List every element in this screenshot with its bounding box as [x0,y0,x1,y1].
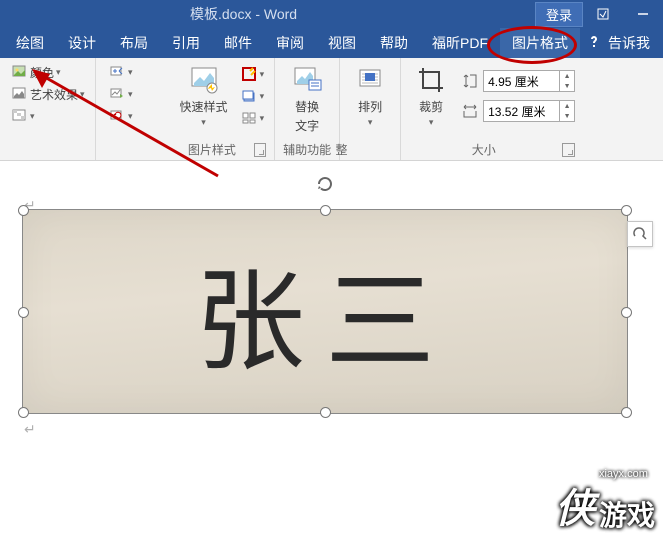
size-launcher[interactable] [562,143,575,157]
picture-effects-button[interactable]: ▾ [238,86,267,106]
alt-text-button[interactable]: 替换 文字 [285,62,329,136]
resize-handle-ml[interactable] [18,307,29,318]
artistic-icon [10,85,28,103]
effects-icon [240,87,258,105]
arrange-icon [354,64,386,96]
arrange-label: 排列 [358,98,382,115]
chevron-down-icon: ▾ [56,67,61,78]
change-picture-button[interactable]: ▾ [106,84,135,104]
quick-styles-label: 快速样式 [180,98,228,115]
resize-handle-tr[interactable] [621,205,632,216]
color-icon [10,63,28,81]
width-value: 13.52 厘米 [488,103,545,120]
ribbon-tabs: 绘图 设计 布局 引用 邮件 审阅 视图 帮助 福昕PDF 图片格式 告诉我 [0,28,663,58]
transparency-icon [10,107,28,125]
arrange-button[interactable]: 排列 ▾ [348,62,392,130]
border-icon [240,65,258,83]
chevron-down-icon: ▾ [128,67,133,78]
transparency-button[interactable]: ▾ [8,106,37,126]
chevron-down-icon: ▾ [80,89,85,100]
watermark-text: 游戏 [599,494,655,534]
reset-picture-button[interactable]: ▾ [106,106,135,126]
titlebar: 模板.docx - Word 登录 [0,0,663,28]
chevron-down-icon: ▾ [368,117,373,128]
tab-foxit-pdf[interactable]: 福昕PDF [420,28,500,58]
minimize-icon[interactable] [623,0,663,28]
alt-text-icon [291,64,323,96]
layout-options-button[interactable] [627,221,653,247]
chevron-down-icon: ▾ [260,91,265,102]
height-input[interactable]: 4.95 厘米 ▲▼ [483,70,575,92]
chevron-down-icon: ▾ [201,117,206,128]
login-button[interactable]: 登录 [535,2,583,27]
layout-icon [240,109,258,127]
watermark-logo: 侠 [555,476,595,534]
resize-handle-mr[interactable] [621,307,632,318]
resize-handle-tm[interactable] [320,205,331,216]
height-icon [461,72,479,90]
image-content: 张三 [195,232,455,392]
tell-me-label[interactable]: 告诉我 [608,28,662,58]
tab-view[interactable]: 视图 [316,28,368,58]
tab-layout[interactable]: 布局 [108,28,160,58]
color-button[interactable]: 颜色 ▾ [8,62,63,82]
watermark: 侠 xiayx.com 游戏 [555,468,655,534]
width-spinner[interactable]: ▲▼ [559,101,574,121]
artistic-label: 艺术效果 [30,86,78,103]
chevron-down-icon: ▾ [128,89,133,100]
compress-button[interactable]: ▾ [106,62,135,82]
change-picture-icon [108,85,126,103]
crop-icon [415,64,447,96]
width-icon [461,102,479,120]
tab-drawing[interactable]: 绘图 [4,28,56,58]
tab-design[interactable]: 设计 [56,28,108,58]
tab-mailings[interactable]: 邮件 [212,28,264,58]
ribbon: 颜色 ▾ 艺术效果 ▾ ▾ ▾ [0,58,663,161]
resize-handle-tl[interactable] [18,205,29,216]
crop-label: 裁剪 [419,98,443,115]
tell-me-icon[interactable] [580,29,608,58]
layout-options-icon [632,226,648,242]
tab-review[interactable]: 审阅 [264,28,316,58]
tab-picture-format[interactable]: 图片格式 [500,28,580,58]
height-spinner[interactable]: ▲▼ [559,71,574,91]
tab-help[interactable]: 帮助 [368,28,420,58]
rotate-handle[interactable] [315,174,335,194]
resize-handle-br[interactable] [621,407,632,418]
quick-styles-button[interactable]: 快速样式 ▾ [174,62,234,130]
chevron-down-icon: ▾ [260,113,265,124]
compress-icon [108,63,126,81]
quick-styles-icon [188,64,220,96]
reset-icon [108,107,126,125]
watermark-url: xiayx.com [599,468,648,480]
color-label: 颜色 [30,64,54,81]
window-controls [583,0,663,28]
resize-handle-bm[interactable] [320,407,331,418]
selected-image[interactable]: 张三 [22,209,628,414]
alt-text-label-1: 替换 [295,98,319,115]
crop-button[interactable]: 裁剪 ▾ [409,62,453,130]
resize-handle-bl[interactable] [18,407,29,418]
height-value: 4.95 厘米 [488,73,539,90]
group-adjust: 颜色 ▾ 艺术效果 ▾ ▾ ▾ [0,58,96,160]
picture-border-button[interactable]: ▾ [238,64,267,84]
picture-layout-button[interactable]: ▾ [238,108,267,128]
artistic-effects-button[interactable]: 艺术效果 ▾ [8,84,87,104]
chevron-down-icon: ▾ [30,111,35,122]
ribbon-options-icon[interactable] [583,0,623,28]
chevron-down-icon: ▾ [128,111,133,122]
tab-references[interactable]: 引用 [160,28,212,58]
chevron-down-icon: ▾ [429,117,434,128]
styles-launcher[interactable] [254,143,266,157]
width-input[interactable]: 13.52 厘米 ▲▼ [483,100,575,122]
document-title: 模板.docx - Word [190,4,297,24]
alt-text-label-2: 文字 [295,117,319,134]
chevron-down-icon: ▾ [260,69,265,80]
paragraph-mark-icon: ↵ [24,421,36,438]
